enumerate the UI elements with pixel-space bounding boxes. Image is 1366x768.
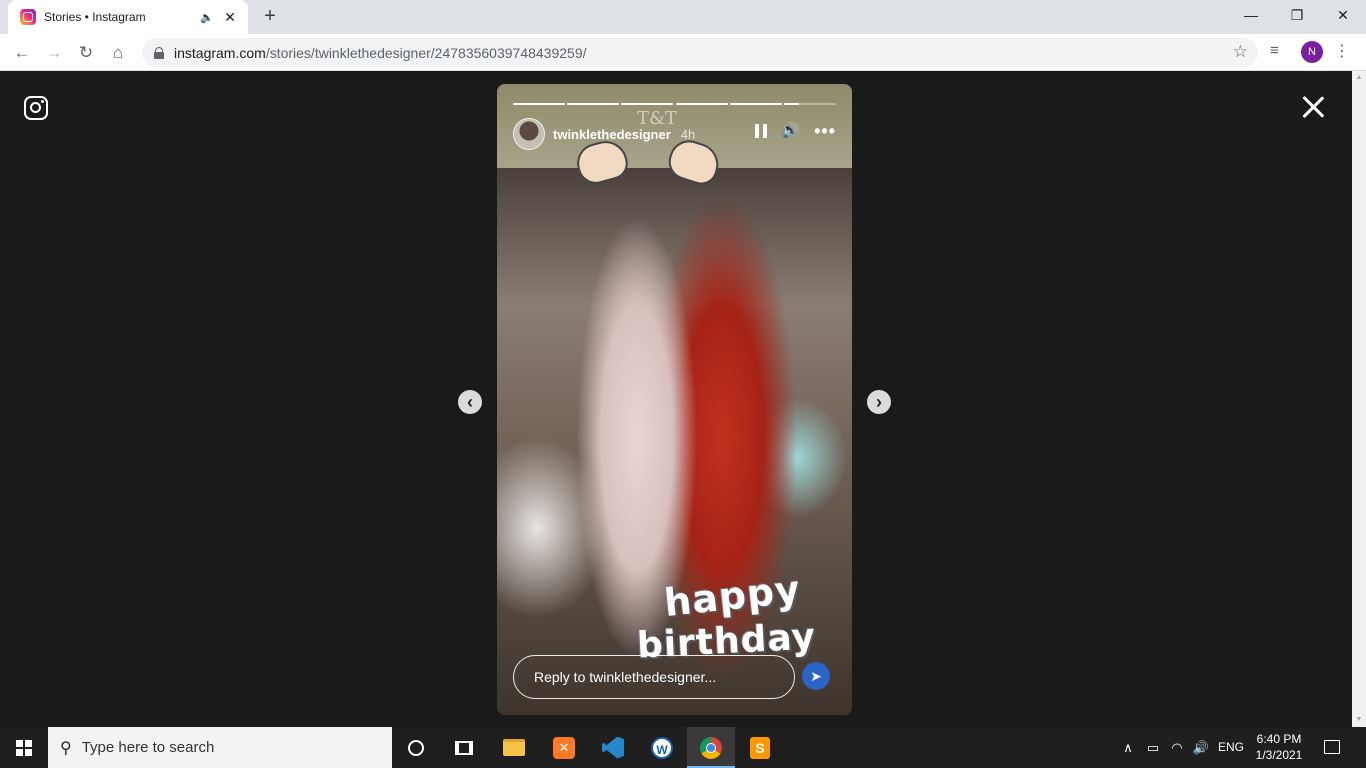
story-card[interactable]: T&T twinklethedesigner 4h 🔊 ••• happy bi…	[497, 84, 852, 715]
url-path: /stories/twinklethedesigner/247835603974…	[265, 44, 587, 61]
story-progress-segment	[675, 103, 728, 105]
back-arrow-icon[interactable]: ←	[8, 39, 36, 67]
tab-title: Stories • Instagram	[44, 10, 146, 24]
show-hidden-icons-icon[interactable]: ∧	[1118, 727, 1138, 768]
clock-date: 1/3/2021	[1255, 748, 1303, 762]
story-progress-fill	[513, 103, 566, 105]
start-button[interactable]	[0, 727, 48, 768]
story-progress-segment	[513, 103, 566, 105]
restore-icon[interactable]: ❐	[1274, 0, 1320, 32]
reload-icon[interactable]: ↻	[72, 39, 100, 67]
close-story-icon[interactable]	[1300, 94, 1326, 120]
browser-toolbar: ← → ↻ ⌂ instagram.com/stories/twinklethe…	[0, 34, 1366, 71]
story-progress-fill	[621, 103, 674, 105]
story-progress-fill	[783, 103, 800, 105]
clock-time: 6:40 PM	[1256, 732, 1302, 746]
story-progress-fill	[675, 103, 728, 105]
task-view-button[interactable]	[440, 727, 488, 768]
volume-icon[interactable]: 🔊	[781, 123, 800, 139]
vscode-button[interactable]	[589, 727, 637, 768]
browser-tab-strip: Stories • Instagram 🔈 ✕ + — ❐ ✕	[0, 0, 1366, 34]
url-host: instagram.com	[174, 44, 266, 61]
lock-icon[interactable]	[154, 46, 164, 59]
media-controls-icon[interactable]: ≡	[1270, 42, 1279, 59]
sublime-text-button[interactable]: S	[736, 727, 784, 768]
home-icon[interactable]: ⌂	[104, 39, 132, 67]
address-bar[interactable]: instagram.com/stories/twinklethedesigner…	[142, 38, 1258, 67]
w-app-icon: W	[651, 736, 673, 759]
chrome-icon	[700, 736, 722, 759]
instagram-favicon-icon	[20, 9, 36, 25]
page-scrollbar[interactable]: ▲ ▼	[1352, 71, 1366, 727]
window-close-icon[interactable]: ✕	[1320, 0, 1366, 32]
story-progress-segment	[783, 103, 836, 105]
speaker-icon[interactable]: 🔈	[200, 11, 214, 24]
browser-tab-stories[interactable]: Stories • Instagram 🔈 ✕	[8, 0, 248, 34]
taskbar-clock[interactable]: 6:40 PM 1/3/2021	[1248, 731, 1310, 763]
story-timestamp: 4h	[680, 126, 696, 142]
taskbar-search-box[interactable]: ⚲ Type here to search	[48, 727, 392, 768]
windows-logo-icon	[16, 739, 32, 756]
stories-page: ‹ › T&T twinklethedesigner 4h 🔊 ••• happ…	[0, 71, 1352, 727]
minimize-icon[interactable]: —	[1228, 0, 1274, 32]
volume-tray-icon[interactable]: 🔊	[1190, 727, 1212, 768]
story-progress-segment	[621, 103, 674, 105]
task-view-icon	[455, 740, 473, 755]
bookmark-star-icon[interactable]: ☆	[1233, 42, 1248, 62]
language-indicator[interactable]: ENG	[1214, 727, 1248, 768]
windows-taskbar: ⚲ Type here to search ✕ W S ∧ ▭ ◠ 🔊 ENG …	[0, 727, 1366, 768]
vscode-icon	[602, 736, 624, 759]
send-icon[interactable]: ➤	[802, 662, 830, 690]
browser-menu-icon[interactable]: ⋮	[1334, 40, 1350, 64]
file-explorer-button[interactable]	[490, 727, 538, 768]
cortana-icon	[408, 739, 424, 756]
search-icon: ⚲	[60, 739, 72, 757]
battery-icon[interactable]: ▭	[1142, 727, 1164, 768]
pause-icon[interactable]	[755, 124, 768, 138]
story-progress-fill	[567, 103, 620, 105]
previous-story-button[interactable]: ‹	[458, 390, 482, 414]
story-username[interactable]: twinklethedesigner	[553, 127, 671, 142]
sublime-text-icon: S	[750, 736, 770, 759]
story-header: twinklethedesigner 4h 🔊 •••	[513, 117, 836, 151]
scroll-up-icon[interactable]: ▲	[1352, 71, 1366, 85]
wifi-icon[interactable]: ◠	[1166, 727, 1188, 768]
notifications-icon[interactable]	[1324, 740, 1340, 754]
profile-avatar[interactable]: N	[1301, 41, 1323, 63]
story-progress-fill	[729, 103, 782, 105]
tab-close-icon[interactable]: ✕	[222, 9, 238, 26]
more-options-icon[interactable]: •••	[814, 122, 836, 140]
xampp-button[interactable]: ✕	[540, 727, 588, 768]
w-app-button[interactable]: W	[638, 727, 686, 768]
chrome-button[interactable]	[687, 727, 735, 768]
story-user-avatar[interactable]	[513, 118, 545, 150]
story-progress-segment	[729, 103, 782, 105]
reply-input[interactable]: Reply to twinklethedesigner...	[513, 655, 795, 699]
scroll-down-icon[interactable]: ▼	[1352, 713, 1366, 727]
story-controls: 🔊 •••	[755, 122, 836, 140]
cortana-button[interactable]	[392, 727, 440, 768]
new-tab-button[interactable]: +	[258, 5, 282, 29]
folder-icon	[503, 739, 525, 756]
forward-arrow-icon[interactable]: →	[40, 39, 68, 67]
taskbar-search-placeholder: Type here to search	[81, 739, 215, 756]
next-story-button[interactable]: ›	[867, 390, 891, 414]
xampp-icon: ✕	[553, 736, 575, 759]
instagram-logo-icon[interactable]	[24, 96, 48, 120]
story-progress-segment	[567, 103, 620, 105]
